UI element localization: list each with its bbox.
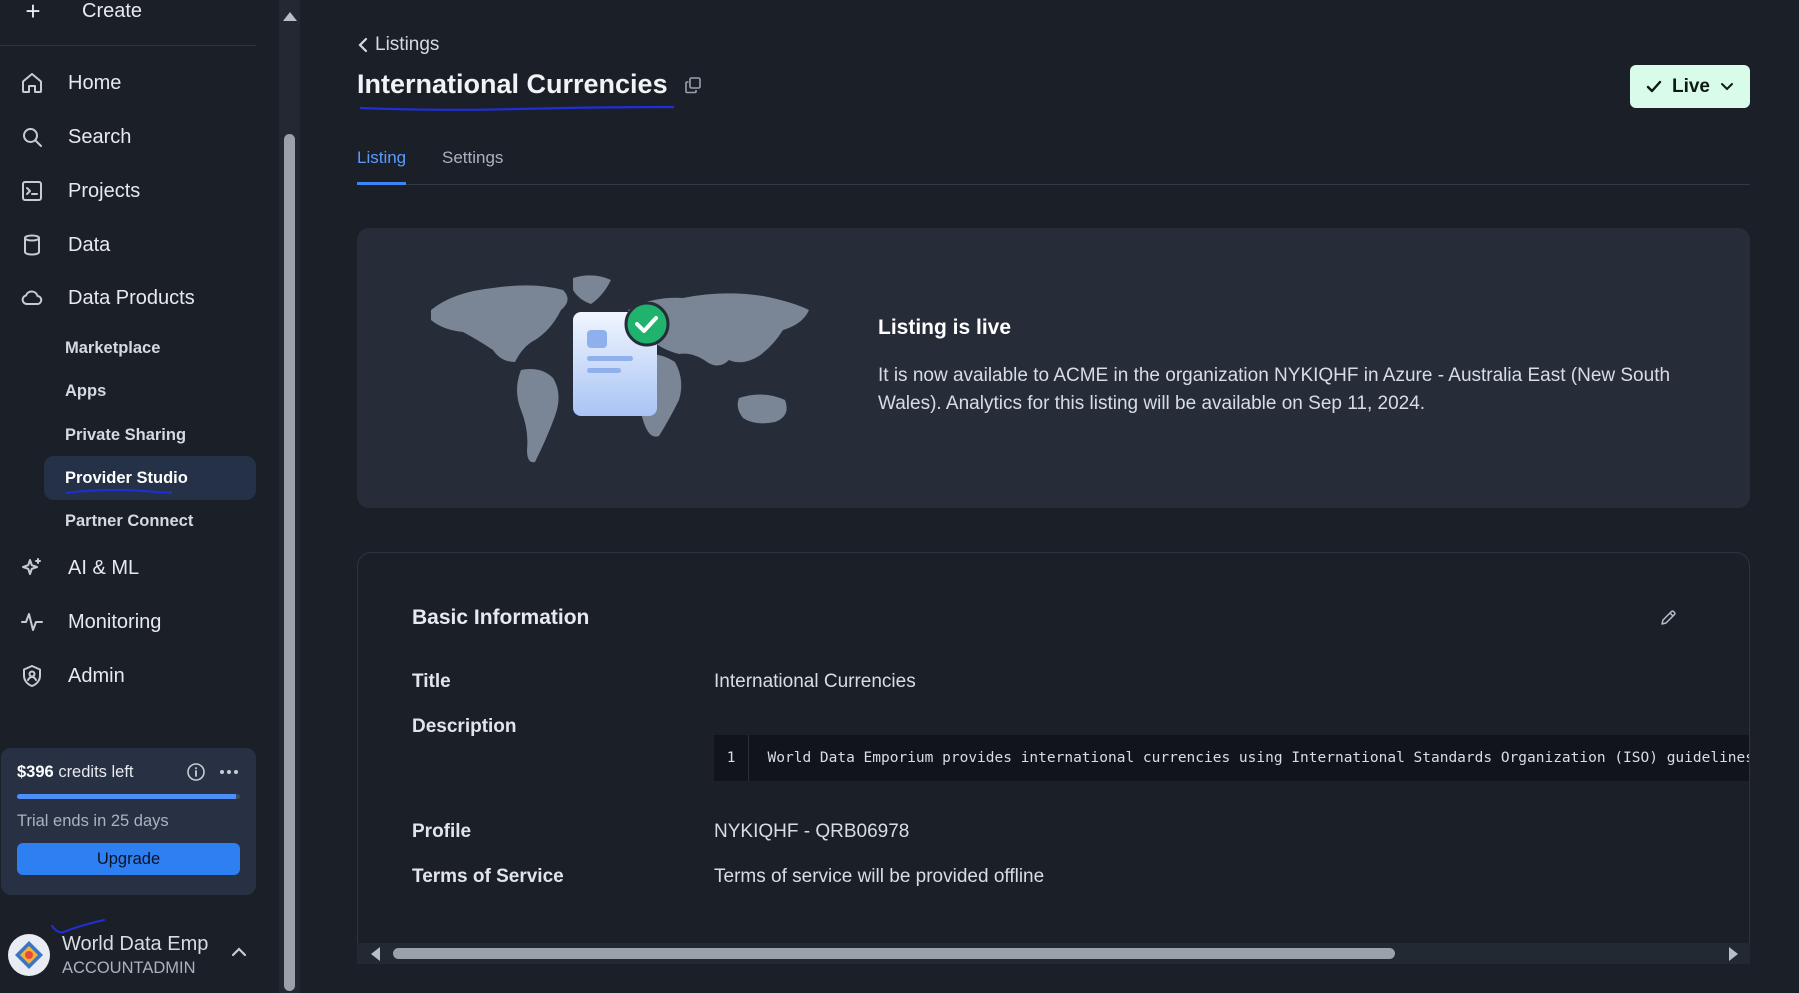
scrollbar-thumb[interactable]	[393, 948, 1395, 959]
page-title-text: International Currencies	[357, 69, 668, 99]
trial-text: Trial ends in 25 days	[17, 812, 169, 830]
sidebar-item-monitoring[interactable]: Monitoring	[18, 602, 161, 642]
credits-panel: $396 credits left Trial ends in 25 days …	[1, 748, 256, 895]
sidebar-item-label: Data	[68, 233, 111, 256]
title-underline-annotation	[359, 105, 675, 111]
search-icon	[18, 123, 46, 151]
main-content: Listings International Currencies Live L…	[300, 0, 1799, 993]
copy-icon[interactable]	[684, 76, 702, 94]
title-value: International Currencies	[714, 671, 916, 692]
listing-live-message: It is now available to ACME in the organ…	[878, 365, 1671, 414]
terms-of-service-label: Terms of Service	[412, 866, 564, 887]
status-live-button[interactable]: Live	[1630, 65, 1750, 108]
shield-icon	[18, 662, 46, 690]
sidebar-item-projects[interactable]: Projects	[18, 171, 140, 211]
sidebar-item-label: Marketplace	[65, 338, 161, 357]
sidebar-item-label: AI & ML	[68, 556, 140, 579]
provider-studio-underline-annotation	[65, 488, 172, 494]
info-icon[interactable]	[186, 762, 206, 782]
tab-bar: Listing Settings	[357, 144, 1750, 185]
plus-icon: +	[25, 0, 41, 26]
sidebar-item-data-products[interactable]: Data Products	[18, 278, 195, 318]
horizontal-scrollbar[interactable]	[357, 943, 1750, 964]
description-code-block[interactable]: 1 World Data Emporium provides internati…	[714, 735, 1750, 781]
profile-label: Profile	[412, 821, 472, 842]
scroll-up-icon[interactable]	[283, 12, 297, 21]
sidebar-item-label: Apps	[65, 381, 107, 400]
sidebar-divider	[0, 45, 256, 46]
sidebar-item-label: Monitoring	[68, 610, 162, 633]
sidebar-item-home[interactable]: Home	[18, 63, 121, 103]
terminal-icon	[18, 177, 46, 205]
home-icon	[18, 69, 46, 97]
sidebar-item-private-sharing[interactable]: Private Sharing	[44, 413, 256, 457]
chevron-up-icon[interactable]	[230, 946, 248, 958]
activity-icon	[18, 608, 46, 636]
sidebar-item-provider-studio[interactable]: Provider Studio	[44, 456, 256, 500]
upgrade-button[interactable]: Upgrade	[17, 843, 240, 875]
sidebar-item-label: Private Sharing	[65, 425, 187, 444]
document-check-illustration	[573, 302, 670, 416]
page-title: International Currencies	[357, 69, 702, 100]
avatar	[8, 934, 50, 976]
sidebar-item-label: Home	[68, 71, 122, 94]
sidebar: + Create Home Search Projects Data Data …	[0, 0, 279, 993]
basic-information-card: Basic Information Title International Cu…	[357, 552, 1750, 952]
title-label: Title	[412, 671, 451, 692]
description-label: Description	[412, 716, 517, 737]
status-label: Live	[1671, 75, 1711, 97]
create-button[interactable]: + Create	[18, 0, 143, 26]
check-icon	[1646, 80, 1662, 92]
line-number: 1	[714, 735, 749, 781]
chevron-left-icon	[358, 37, 368, 53]
user-menu[interactable]: World Data Emp ACCOUNTADMIN	[8, 919, 258, 982]
sidebar-scrollbar[interactable]	[279, 0, 300, 993]
sidebar-item-label: Projects	[68, 179, 141, 202]
sidebar-item-admin[interactable]: Admin	[18, 656, 125, 696]
credits-text: $396 credits left	[17, 763, 134, 782]
credits-amount: $396	[17, 762, 54, 781]
credits-progress-bar	[17, 794, 240, 799]
user-role: ACCOUNTADMIN	[62, 958, 196, 977]
description-code-text: World Data Emporium provides internation…	[767, 750, 1750, 766]
tab-listing[interactable]: Listing	[357, 148, 407, 185]
org-logo-icon	[15, 941, 43, 969]
checkmark-annotation	[51, 919, 105, 934]
sidebar-item-ai-ml[interactable]: AI & ML	[18, 548, 139, 588]
sidebar-item-label: Search	[68, 125, 132, 148]
sidebar-item-label: Partner Connect	[65, 511, 194, 530]
profile-value: NYKIQHF - QRB06978	[714, 821, 910, 842]
breadcrumb[interactable]: Listings	[357, 34, 439, 56]
cloud-icon	[18, 284, 46, 312]
sidebar-item-data[interactable]: Data	[18, 225, 110, 265]
sidebar-item-search[interactable]: Search	[18, 117, 131, 157]
credits-progress-fill	[17, 794, 236, 799]
create-label: Create	[82, 0, 143, 22]
listing-live-heading: Listing is live	[878, 316, 1012, 339]
sidebar-item-marketplace[interactable]: Marketplace	[44, 326, 256, 370]
sidebar-item-partner-connect[interactable]: Partner Connect	[44, 499, 256, 543]
scroll-left-icon[interactable]	[371, 947, 380, 961]
edit-pencil-icon[interactable]	[1659, 609, 1677, 627]
database-icon	[18, 231, 46, 259]
breadcrumb-listings[interactable]: Listings	[375, 34, 439, 56]
sidebar-item-apps[interactable]: Apps	[44, 369, 256, 413]
sidebar-item-label: Provider Studio	[65, 468, 188, 487]
more-icon[interactable]	[218, 762, 240, 782]
scroll-right-icon[interactable]	[1729, 947, 1738, 961]
sidebar-item-label: Data Products	[68, 286, 195, 309]
sparkle-icon	[18, 554, 46, 582]
credits-suffix: credits left	[58, 762, 134, 781]
listing-live-card: Listing is live It is now available to A…	[357, 228, 1750, 508]
tab-settings[interactable]: Settings	[442, 148, 503, 185]
chevron-down-icon	[1721, 82, 1734, 90]
sidebar-item-label: Admin	[68, 664, 125, 687]
terms-of-service-value: Terms of service will be provided offlin…	[714, 866, 1045, 887]
basic-information-heading: Basic Information	[412, 606, 590, 629]
scrollbar-thumb[interactable]	[284, 134, 295, 991]
